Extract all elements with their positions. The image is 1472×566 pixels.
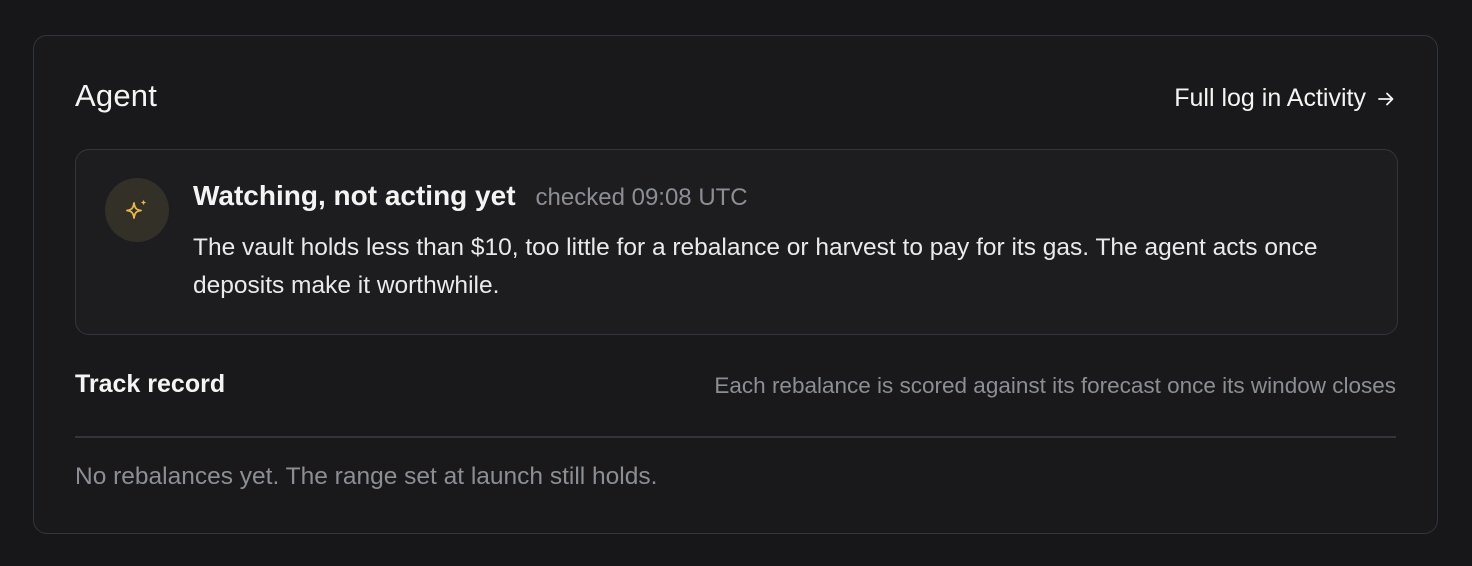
sparkles-icon — [126, 199, 147, 219]
panel-title: Agent — [75, 78, 158, 113]
agent-avatar — [105, 178, 169, 242]
agent-status-card: Watching, not acting yet checked 09:08 U… — [75, 149, 1398, 335]
agent-panel-header: Agent Full log in Activity — [75, 78, 1396, 118]
track-record-divider — [75, 436, 1396, 438]
track-record-note: Each rebalance is scored against its for… — [714, 373, 1396, 398]
full-log-activity-link[interactable]: Full log in Activity — [1174, 84, 1396, 113]
status-description: The vault holds less than $10, too littl… — [193, 234, 1318, 299]
track-record-empty-state: No rebalances yet. The range set at laun… — [75, 463, 658, 490]
status-checked-time: checked 09:08 UTC — [535, 184, 748, 211]
activity-link-label: Full log in Activity — [1174, 84, 1366, 112]
agent-panel: Agent Full log in Activity Watching, not… — [33, 35, 1438, 534]
status-title: Watching, not acting yet — [193, 180, 516, 211]
arrow-right-icon — [1378, 92, 1394, 105]
track-record-header: Track record Each rebalance is scored ag… — [75, 370, 1396, 404]
status-line: Watching, not acting yet checked 09:08 U… — [193, 180, 748, 212]
track-record-title: Track record — [75, 370, 226, 398]
